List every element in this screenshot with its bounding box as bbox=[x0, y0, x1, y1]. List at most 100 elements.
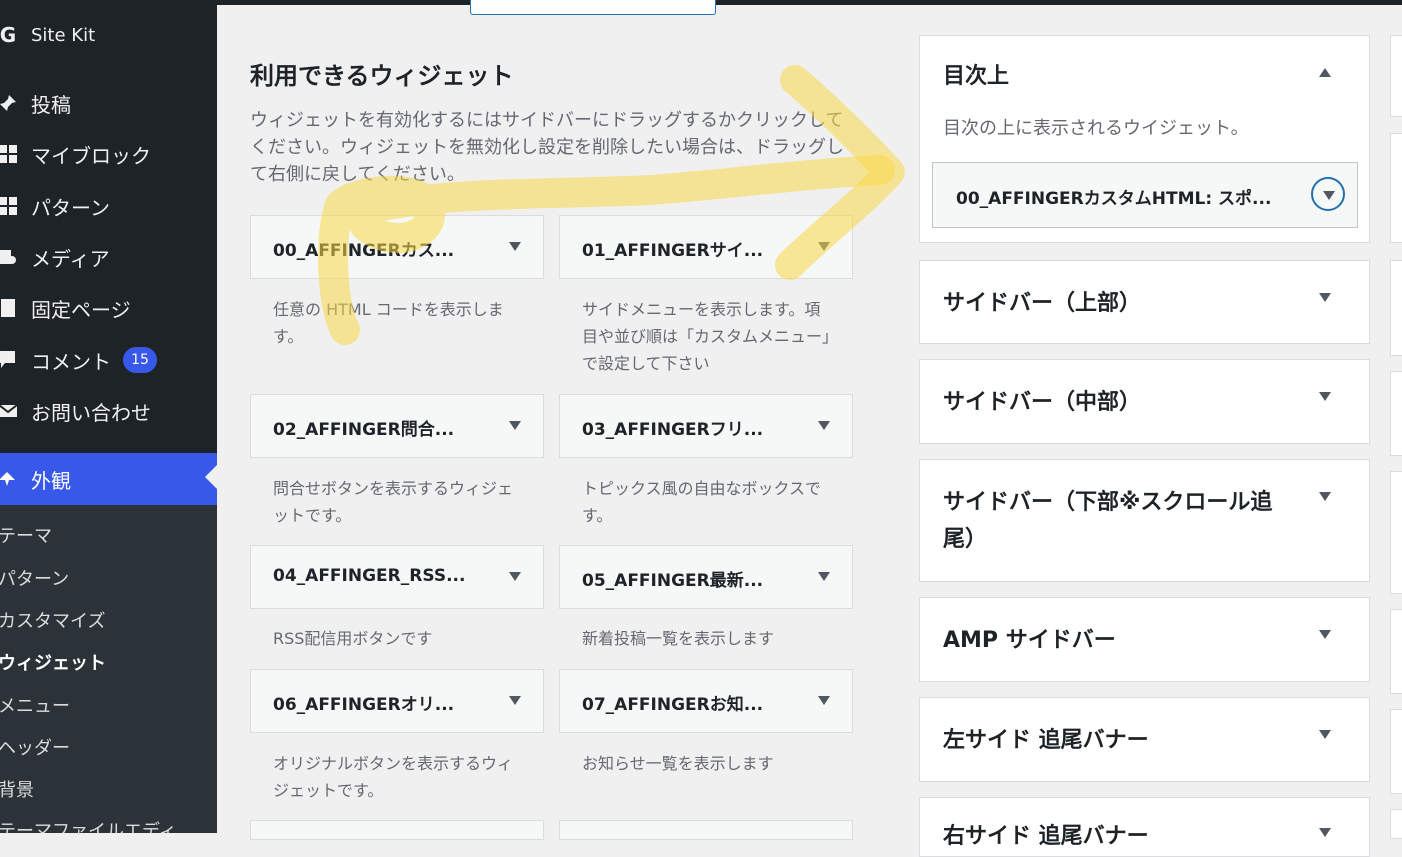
grid-icon bbox=[0, 144, 18, 164]
placed-widget[interactable]: 00_AFFINGERカスタムHTML: スポ... bbox=[932, 162, 1358, 228]
widget-area-partial[interactable] bbox=[1390, 371, 1402, 456]
widget-description: お知らせ一覧を表示します bbox=[582, 754, 774, 773]
mail-icon bbox=[0, 401, 18, 421]
widget-area-sidebar-middle[interactable]: サイドバー（中部） bbox=[919, 359, 1370, 444]
brush-icon bbox=[0, 469, 18, 489]
sidebar-item-label: 固定ページ bbox=[31, 297, 131, 322]
widget-title: 02_AFFINGER問合... bbox=[273, 420, 455, 440]
widget-card[interactable]: 06_AFFINGERオリ... bbox=[250, 669, 544, 733]
widget-card[interactable] bbox=[250, 820, 544, 840]
submenu-item-menus[interactable]: メニュー bbox=[0, 692, 70, 718]
widget-area-description: 目次の上に表示されるウイジェット。 bbox=[943, 118, 1249, 139]
available-widgets-title: 利用できるウィジェット bbox=[250, 62, 514, 90]
widget-area-title: AMP サイドバー bbox=[943, 628, 1116, 653]
widget-description: RSS配信用ボタンです bbox=[273, 629, 433, 648]
sidebar-item-label: コメント bbox=[31, 349, 111, 374]
widget-card[interactable]: 03_AFFINGERフリ... bbox=[559, 394, 853, 458]
media-icon bbox=[0, 247, 18, 267]
widget-area-partial[interactable] bbox=[1390, 35, 1402, 117]
widget-description: 新着投稿一覧を表示します bbox=[582, 629, 775, 648]
widget-description: 問合せボタンを表示するウィジェットです。 bbox=[273, 479, 514, 525]
submenu-item-widgets[interactable]: ウィジェット bbox=[0, 649, 106, 675]
widget-area-right-follow-banner[interactable]: 右サイド 追尾バナー bbox=[919, 797, 1370, 857]
page-icon bbox=[0, 298, 18, 318]
widget-title: 00_AFFINGERカス... bbox=[273, 241, 455, 261]
expand-widget-button[interactable] bbox=[1311, 177, 1345, 211]
widget-description: 任意の HTML コードを表示します。 bbox=[273, 300, 504, 346]
widget-area-left-follow-banner[interactable]: 左サイド 追尾バナー bbox=[919, 697, 1370, 782]
widget-area-title: 目次上 bbox=[943, 64, 1010, 89]
chevron-down-icon[interactable] bbox=[818, 572, 830, 581]
chevron-up-icon[interactable] bbox=[1319, 68, 1331, 77]
widget-area-partial[interactable] bbox=[1390, 471, 1402, 594]
top-bar bbox=[217, 0, 1402, 5]
widget-area-sidebar-bottom[interactable]: サイドバー（下部※スクロール追尾） bbox=[919, 459, 1370, 582]
sidebar-item-label: お問い合わせ bbox=[31, 400, 151, 425]
sidebar-item-label: 外観 bbox=[31, 468, 71, 493]
sidebar-item-media[interactable]: メディア bbox=[0, 237, 217, 277]
widget-area-amp-sidebar[interactable]: AMP サイドバー bbox=[919, 597, 1370, 682]
chevron-down-icon[interactable] bbox=[818, 242, 830, 251]
widget-title: 06_AFFINGERオリ... bbox=[273, 695, 455, 715]
widget-card[interactable]: 04_AFFINGER_RSS... bbox=[250, 545, 544, 609]
widget-area-toc-top[interactable]: 目次上 目次の上に表示されるウイジェット。 00_AFFINGERカスタムHTM… bbox=[919, 35, 1370, 243]
sidebar-item-label: パターン bbox=[31, 195, 110, 220]
pin-icon bbox=[0, 93, 18, 113]
chevron-down-icon bbox=[1323, 191, 1335, 200]
widget-card[interactable] bbox=[559, 820, 853, 840]
widget-area-partial[interactable] bbox=[1390, 709, 1402, 794]
widget-area-partial[interactable] bbox=[1390, 260, 1402, 356]
widget-area-title: サイドバー（下部※スクロール追尾） bbox=[943, 490, 1273, 552]
admin-sidebar: G Site Kit 投稿 マイブロック パターン メディア 固定ページ コメン… bbox=[0, 0, 217, 833]
chevron-down-icon[interactable] bbox=[1319, 730, 1331, 739]
placed-widget-title: 00_AFFINGERカスタムHTML: スポ... bbox=[956, 189, 1272, 209]
submenu-item-themes[interactable]: テーマ bbox=[0, 522, 52, 548]
widget-title: 01_AFFINGERサイ... bbox=[582, 241, 764, 261]
widget-description: オリジナルボタンを表示するウィジェットです。 bbox=[273, 754, 514, 800]
widget-description: サイドメニューを表示します。項目や並び順は「カスタムメニュー」で設定して下さい bbox=[582, 300, 831, 373]
widget-title: 04_AFFINGER_RSS... bbox=[273, 566, 466, 586]
widget-area-sidebar-top[interactable]: サイドバー（上部） bbox=[919, 260, 1370, 344]
active-indicator bbox=[205, 465, 217, 489]
sidebar-item-appearance[interactable]: 外観 bbox=[0, 453, 217, 505]
sidebar-item-label: メディア bbox=[31, 246, 110, 271]
widget-area-title: 左サイド 追尾バナー bbox=[943, 728, 1149, 753]
chevron-down-icon[interactable] bbox=[1319, 392, 1331, 401]
widget-title: 05_AFFINGER最新... bbox=[582, 571, 764, 591]
widget-card[interactable]: 01_AFFINGERサイ... bbox=[559, 215, 853, 279]
sidebar-item-pages[interactable]: 固定ページ bbox=[0, 288, 217, 328]
sidebar-item-my-blocks[interactable]: マイブロック bbox=[0, 134, 217, 174]
sidebar-item-contact[interactable]: お問い合わせ bbox=[0, 391, 217, 431]
widget-area-partial[interactable] bbox=[1390, 609, 1402, 694]
google-g-icon: G bbox=[0, 23, 17, 47]
widget-card[interactable]: 07_AFFINGERお知... bbox=[559, 669, 853, 733]
sidebar-item-comments[interactable]: コメント 15 bbox=[0, 340, 217, 380]
submenu-item-patterns[interactable]: パターン bbox=[0, 565, 69, 591]
chevron-down-icon[interactable] bbox=[509, 696, 521, 705]
widget-card[interactable]: 02_AFFINGER問合... bbox=[250, 394, 544, 458]
widget-area-partial[interactable] bbox=[1390, 809, 1402, 839]
chevron-down-icon[interactable] bbox=[818, 696, 830, 705]
widget-card[interactable]: 05_AFFINGER最新... bbox=[559, 545, 853, 609]
submenu-item-header[interactable]: ヘッダー bbox=[0, 734, 70, 760]
sidebar-item-patterns[interactable]: パターン bbox=[0, 186, 217, 226]
available-widgets-description: ウィジェットを有効化するにはサイドバーにドラッグするかクリックしてください。ウィ… bbox=[250, 110, 844, 185]
top-input-field[interactable] bbox=[470, 0, 716, 15]
widget-card[interactable]: 00_AFFINGERカス... bbox=[250, 215, 544, 279]
chevron-down-icon[interactable] bbox=[1319, 630, 1331, 639]
submenu-item-theme-file-editor[interactable]: テーマファイルエディ bbox=[0, 817, 177, 833]
chevron-down-icon[interactable] bbox=[1319, 293, 1331, 302]
chevron-down-icon[interactable] bbox=[509, 421, 521, 430]
widget-area-partial[interactable] bbox=[1390, 133, 1402, 243]
chevron-down-icon[interactable] bbox=[1319, 492, 1331, 501]
sidebar-item-site-kit[interactable]: G Site Kit bbox=[0, 15, 217, 55]
chevron-down-icon[interactable] bbox=[509, 572, 521, 581]
sidebar-item-posts[interactable]: 投稿 bbox=[0, 83, 217, 123]
widget-title: 07_AFFINGERお知... bbox=[582, 695, 764, 715]
chevron-down-icon[interactable] bbox=[509, 242, 521, 251]
widget-area-title: 右サイド 追尾バナー bbox=[943, 824, 1149, 849]
widget-area-title: サイドバー（中部） bbox=[943, 390, 1142, 415]
submenu-item-customize[interactable]: カスタマイズ bbox=[0, 607, 105, 633]
submenu-item-background[interactable]: 背景 bbox=[0, 776, 34, 802]
chevron-down-icon[interactable] bbox=[818, 421, 830, 430]
